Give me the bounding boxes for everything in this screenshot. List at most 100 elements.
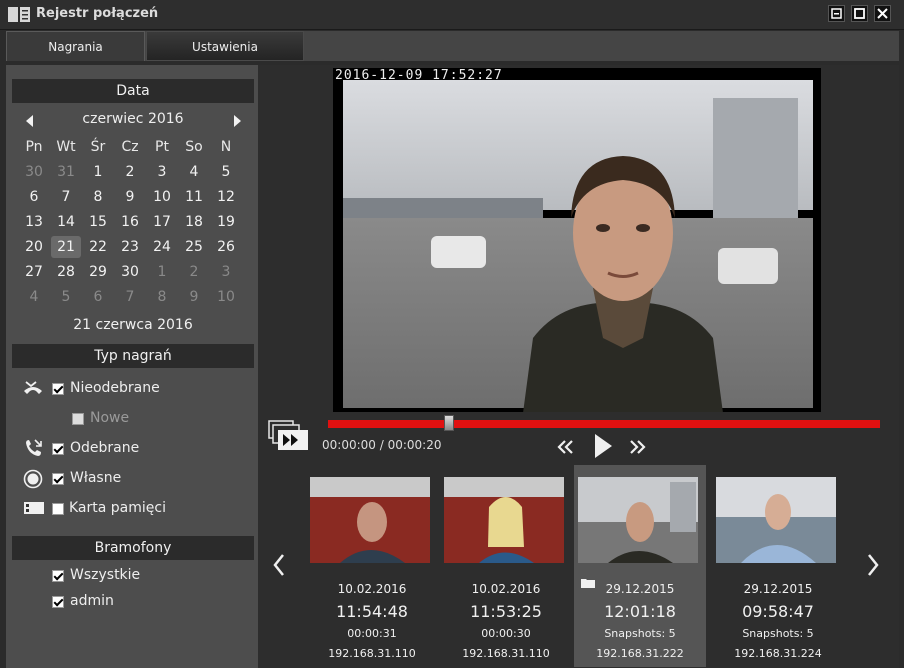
answered-label: Odebrane xyxy=(70,440,140,456)
calendar-day[interactable]: 30 xyxy=(115,261,145,283)
calendar-day[interactable]: 28 xyxy=(51,261,81,283)
close-button[interactable] xyxy=(874,5,891,22)
video-person xyxy=(523,156,723,412)
missed-label: Nieodebrane xyxy=(70,380,160,396)
recording-thumbnail xyxy=(578,477,698,563)
month-label: czerwiec 2016 xyxy=(82,111,184,127)
progress-bar[interactable] xyxy=(328,415,880,431)
calendar-day[interactable]: 10 xyxy=(147,186,177,208)
chevron-left-icon xyxy=(273,554,284,576)
answered-checkbox[interactable] xyxy=(52,443,64,455)
calendar-day[interactable]: 25 xyxy=(179,236,209,258)
calendar-day[interactable]: 26 xyxy=(211,236,241,258)
calendar-day[interactable]: 3 xyxy=(147,161,177,183)
tab-bar: Nagrania Ustawienia xyxy=(6,31,899,61)
calendar-day[interactable]: 4 xyxy=(179,161,209,183)
own-checkbox[interactable] xyxy=(52,473,64,485)
calendar-day[interactable]: 6 xyxy=(83,286,113,308)
prev-recordings-button[interactable] xyxy=(266,505,292,625)
calendar-day[interactable]: 16 xyxy=(115,211,145,233)
calendar-day[interactable]: 9 xyxy=(115,186,145,208)
calendar-day[interactable]: 23 xyxy=(115,236,145,258)
calendar-day-selected[interactable]: 21 xyxy=(51,236,81,258)
calendar-day[interactable]: 30 xyxy=(19,161,49,183)
next-recordings-button[interactable] xyxy=(860,505,886,625)
tab-settings[interactable]: Ustawienia xyxy=(146,31,304,61)
play-icon[interactable] xyxy=(590,431,616,461)
calendar-day[interactable]: 1 xyxy=(147,261,177,283)
missed-checkbox[interactable] xyxy=(52,383,64,395)
weekday-header: Wt xyxy=(56,139,76,155)
date-section-header: Data xyxy=(12,79,254,103)
next-month-icon[interactable] xyxy=(234,115,241,127)
maximize-button[interactable] xyxy=(851,5,868,22)
memory-card-icon xyxy=(24,502,44,514)
calendar-day[interactable]: 10 xyxy=(211,286,241,308)
weekday-header: Cz xyxy=(121,139,139,155)
recording-card[interactable]: 29.12.2015 09:58:47 Snapshots: 5 192.168… xyxy=(712,465,844,667)
progress-handle[interactable] xyxy=(444,415,455,431)
calendar-day[interactable]: 29 xyxy=(83,261,113,283)
minimize-button[interactable] xyxy=(828,5,845,22)
recording-time: 12:01:18 xyxy=(604,602,676,621)
intercom-all-checkbox[interactable] xyxy=(52,570,64,582)
new-checkbox xyxy=(72,413,84,425)
fast-forward-icon[interactable] xyxy=(627,438,647,456)
calendar-day[interactable]: 27 xyxy=(19,261,49,283)
calendar-day[interactable]: 20 xyxy=(19,236,49,258)
recording-time: 09:58:47 xyxy=(742,602,814,621)
recording-time: 11:54:48 xyxy=(336,602,408,621)
recording-date: 10.02.2016 xyxy=(471,582,541,596)
calendar-day[interactable]: 6 xyxy=(19,186,49,208)
recording-card[interactable]: 10.02.2016 11:53:25 00:00:30 192.168.31.… xyxy=(440,465,572,667)
calendar-day[interactable]: 7 xyxy=(51,186,81,208)
recording-thumbnail xyxy=(444,477,564,563)
calendar-day[interactable]: 19 xyxy=(211,211,241,233)
recording-card[interactable]: 10.02.2016 11:54:48 00:00:31 192.168.31.… xyxy=(306,465,438,667)
calendar-day[interactable]: 4 xyxy=(19,286,49,308)
minimize-icon xyxy=(831,8,842,19)
calendar-day[interactable]: 14 xyxy=(51,211,81,233)
calendar-day[interactable]: 11 xyxy=(179,186,209,208)
recording-ip: 192.168.31.224 xyxy=(734,647,822,660)
answered-call-icon xyxy=(26,439,42,456)
calendar-day[interactable]: 31 xyxy=(51,161,81,183)
calendar-day[interactable]: 17 xyxy=(147,211,177,233)
calendar-day[interactable]: 9 xyxy=(179,286,209,308)
new-label: Nowe xyxy=(90,410,130,426)
calendar-day[interactable]: 24 xyxy=(147,236,177,258)
calendar-day[interactable]: 12 xyxy=(211,186,241,208)
memory-card-checkbox[interactable] xyxy=(52,503,64,515)
progress-fill xyxy=(328,420,450,428)
calendar-day[interactable]: 1 xyxy=(83,161,113,183)
calendar-day[interactable]: 3 xyxy=(211,261,241,283)
video-car xyxy=(431,236,486,268)
video-frame[interactable]: 2016-12-09 17:52:27 xyxy=(333,68,821,412)
weekday-header: Pn xyxy=(25,139,43,155)
calendar-day[interactable]: 2 xyxy=(115,161,145,183)
calendar-day[interactable]: 18 xyxy=(179,211,209,233)
weekday-header: Pt xyxy=(155,139,169,155)
recording-ip: 192.168.31.110 xyxy=(462,647,550,660)
calendar-day[interactable]: 13 xyxy=(19,211,49,233)
calendar-day[interactable]: 5 xyxy=(211,161,241,183)
calendar-day[interactable]: 8 xyxy=(83,186,113,208)
calendar-day[interactable]: 2 xyxy=(179,261,209,283)
calendar-day[interactable]: 8 xyxy=(147,286,177,308)
time-readout: 00:00:00 / 00:00:20 xyxy=(322,438,442,452)
rewind-icon[interactable] xyxy=(556,438,576,456)
recording-card[interactable]: 29.12.2015 12:01:18 Snapshots: 5 192.168… xyxy=(574,465,706,667)
recording-date: 29.12.2015 xyxy=(743,582,813,596)
recording-ip: 192.168.31.222 xyxy=(596,647,684,660)
calendar-day[interactable]: 22 xyxy=(83,236,113,258)
memory-card-label: Karta pamięci xyxy=(69,500,166,516)
snapshots-play-icon[interactable] xyxy=(268,420,312,452)
recording-detail: Snapshots: 5 xyxy=(604,627,676,640)
calendar-day[interactable]: 15 xyxy=(83,211,113,233)
recording-thumbnail xyxy=(716,477,836,563)
tab-recordings[interactable]: Nagrania xyxy=(6,31,145,61)
calendar-day[interactable]: 5 xyxy=(51,286,81,308)
calendar-day[interactable]: 7 xyxy=(115,286,145,308)
recording-detail: 00:00:30 xyxy=(481,627,531,640)
intercom-admin-checkbox[interactable] xyxy=(52,596,64,608)
